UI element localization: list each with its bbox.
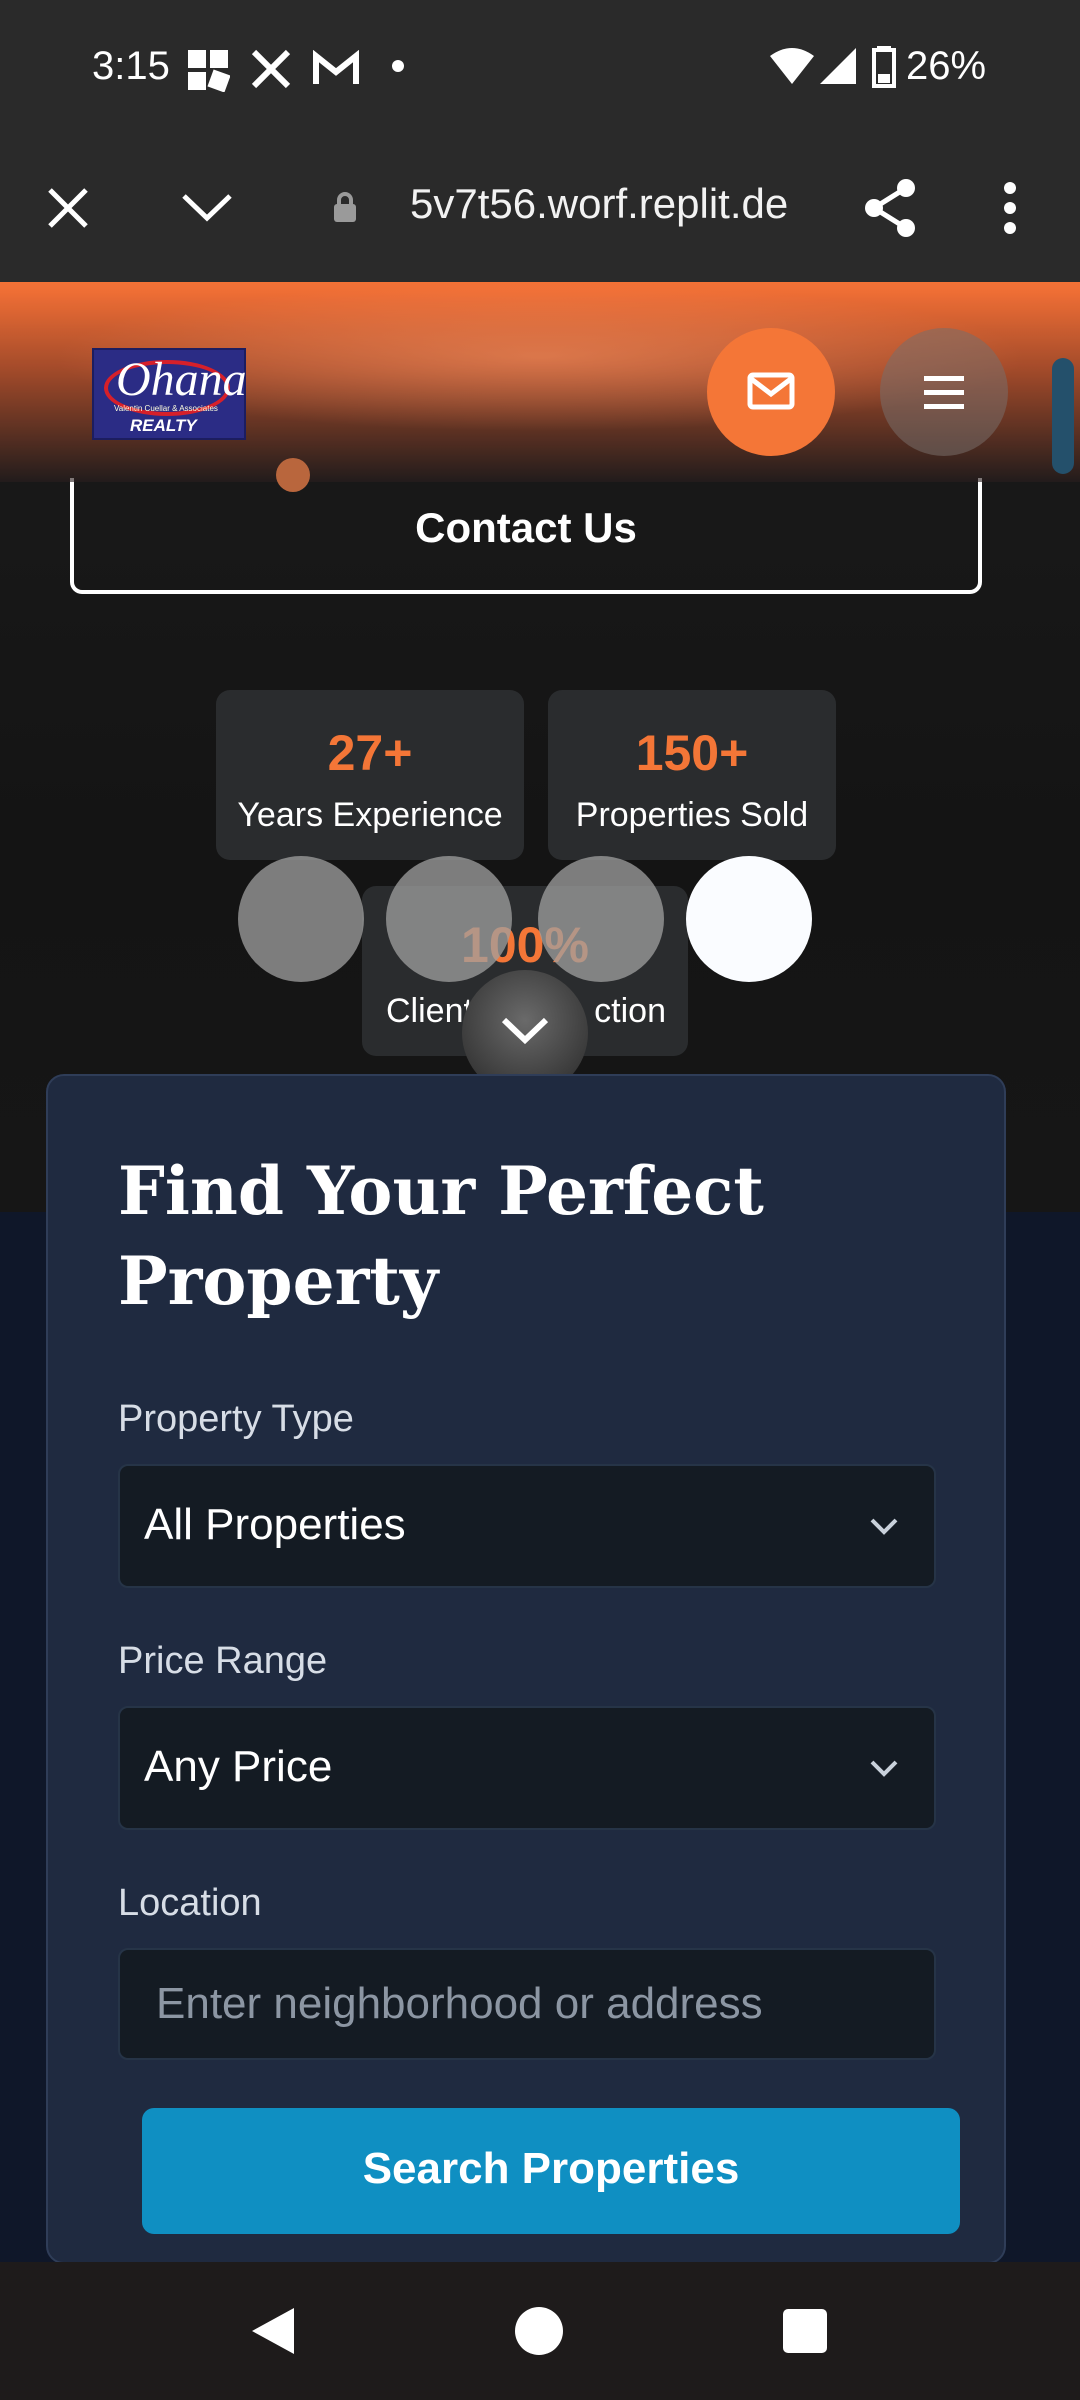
ohana-realty-logo[interactable]: Ohana Valentin Cuellar & Associates REAL… <box>92 348 247 440</box>
stat-card-properties: 150+ Properties Sold <box>548 690 836 860</box>
grid-app-icon <box>188 50 230 92</box>
overflow-menu-icon[interactable] <box>1002 180 1018 236</box>
logo-subtitle: Valentin Cuellar & Associates <box>114 404 218 413</box>
menu-button[interactable] <box>880 328 1008 456</box>
chevron-down-icon[interactable] <box>180 190 234 224</box>
mail-icon <box>747 372 795 410</box>
stat-label-right: ction <box>594 992 666 1030</box>
gmail-icon <box>313 50 359 84</box>
chevron-down-icon <box>870 1760 898 1777</box>
stat-card-years: 27+ Years Experience <box>216 690 524 860</box>
decorative-dot <box>276 458 310 492</box>
price-range-label: Price Range <box>118 1640 328 1682</box>
property-type-value: All Properties <box>144 1500 406 1549</box>
share-icon[interactable] <box>862 178 920 238</box>
contact-us-button[interactable]: Contact Us <box>70 478 982 594</box>
status-time: 3:15 <box>92 44 170 88</box>
recents-icon[interactable] <box>782 2308 828 2354</box>
carousel-dot[interactable] <box>538 856 664 982</box>
battery-icon <box>872 46 896 88</box>
logo-word: Ohana <box>116 353 247 406</box>
price-range-select[interactable]: Any Price <box>118 1706 936 1830</box>
scrollbar-thumb[interactable] <box>1052 358 1074 474</box>
price-range-value: Any Price <box>144 1742 333 1791</box>
carousel-dot[interactable] <box>238 856 364 982</box>
contact-us-label: Contact Us <box>415 504 637 551</box>
home-icon[interactable] <box>514 2306 564 2356</box>
lock-icon <box>334 192 356 222</box>
url-bar[interactable]: 5v7t56.worf.replit.de <box>410 180 830 228</box>
hamburger-icon <box>924 376 964 409</box>
status-bar: 3:15 26% <box>0 0 1080 130</box>
browser-toolbar: 5v7t56.worf.replit.de <box>0 130 1080 282</box>
property-search-panel: Find Your Perfect Property Property Type… <box>46 1074 1006 2264</box>
x-icon <box>251 49 291 89</box>
chevron-down-icon <box>501 1017 549 1045</box>
location-input[interactable] <box>118 1948 936 2060</box>
search-properties-label: Search Properties <box>362 2144 740 2193</box>
signal-icon <box>820 48 856 84</box>
notification-dot-icon <box>392 60 404 72</box>
search-properties-button[interactable]: Search Properties <box>142 2108 960 2234</box>
wifi-icon <box>770 48 814 84</box>
stat-label-left: Client <box>386 992 473 1030</box>
logo-realty: REALTY <box>130 416 197 435</box>
email-button[interactable] <box>707 328 835 456</box>
close-icon[interactable] <box>46 186 90 230</box>
search-title: Find Your Perfect Property <box>118 1152 764 1320</box>
location-label: Location <box>118 1882 262 1924</box>
stat-label: Years Experience <box>237 796 503 834</box>
battery-percent: 26% <box>906 44 987 88</box>
carousel-dot[interactable] <box>386 856 512 982</box>
property-type-select[interactable]: All Properties <box>118 1464 936 1588</box>
chevron-down-icon <box>870 1518 898 1535</box>
carousel-dot-active[interactable] <box>686 856 812 982</box>
property-type-label: Property Type <box>118 1398 354 1440</box>
back-icon[interactable] <box>248 2306 298 2356</box>
system-nav-bar <box>0 2262 1080 2400</box>
stat-value: 150+ <box>635 725 749 781</box>
stat-value: 27+ <box>327 725 413 781</box>
stat-label: Properties Sold <box>575 796 809 834</box>
